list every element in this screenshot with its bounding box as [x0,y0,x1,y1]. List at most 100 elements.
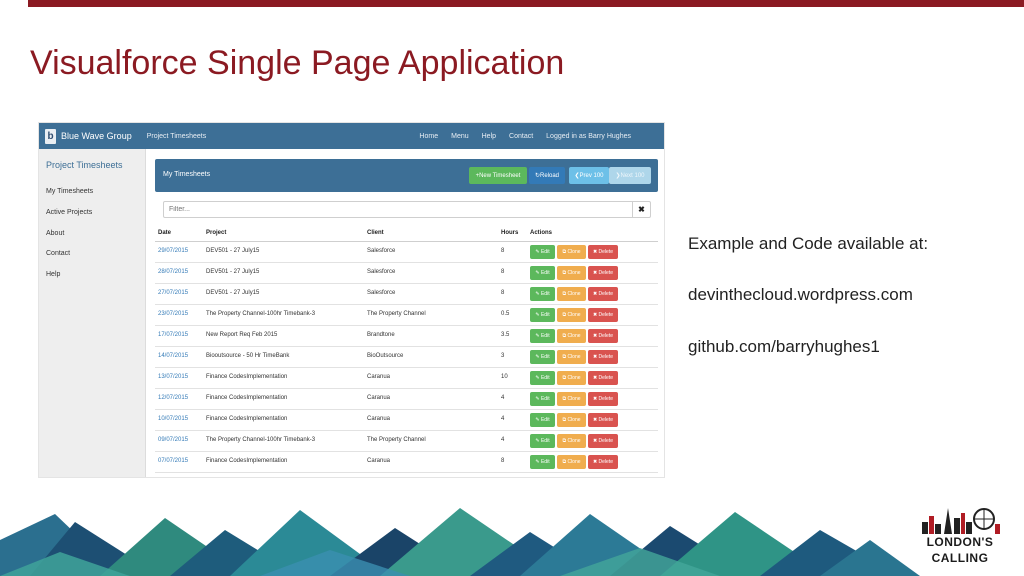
row-actions: ✎ Edit ⧉ Clone ✖ Delete [530,329,618,343]
clone-button[interactable]: ⧉ Clone [557,455,586,469]
delete-button[interactable]: ✖ Delete [588,329,618,343]
filter-input[interactable] [164,202,634,217]
edit-button[interactable]: ✎ Edit [530,413,555,427]
row-date-link[interactable]: 10/07/2015 [158,416,188,422]
delete-button[interactable]: ✖ Delete [588,266,618,280]
edit-button[interactable]: ✎ Edit [530,434,555,448]
top-accent-bar [28,0,1024,7]
clone-button[interactable]: ⧉ Clone [557,350,586,364]
row-date-link[interactable]: 09/07/2015 [158,437,188,443]
slide: Visualforce Single Page Application b Bl… [0,0,1024,576]
sidebar-item-about[interactable]: About [46,230,64,237]
row-actions: ✎ Edit ⧉ Clone ✖ Delete [530,266,618,280]
clone-button[interactable]: ⧉ Clone [557,392,586,406]
edit-button[interactable]: ✎ Edit [530,287,555,301]
row-client: Caranua [367,374,391,380]
header-hours[interactable]: Hours [501,230,518,236]
delete-button[interactable]: ✖ Delete [588,455,618,469]
row-date-link[interactable]: 13/07/2015 [158,374,188,380]
edit-button[interactable]: ✎ Edit [530,392,555,406]
london-skyline-icon [922,508,1000,534]
sidebar: Project Timesheets My Timesheets Active … [39,149,146,477]
row-date-link[interactable]: 17/07/2015 [158,332,188,338]
prev-100-button[interactable]: ❮Prev 100 [569,167,609,184]
nav-project-timesheets[interactable]: Project Timesheets [147,133,207,140]
row-date-link[interactable]: 07/07/2015 [158,458,188,464]
clone-button[interactable]: ⧉ Clone [557,434,586,448]
row-project: New Report Req Feb 2015 [206,332,278,338]
delete-button[interactable]: ✖ Delete [588,371,618,385]
nav-contact[interactable]: Contact [509,133,533,140]
edit-button[interactable]: ✎ Edit [530,455,555,469]
row-actions: ✎ Edit ⧉ Clone ✖ Delete [530,350,618,364]
sidebar-item-help[interactable]: Help [46,271,60,278]
row-date-link[interactable]: 28/07/2015 [158,269,188,275]
row-hours: 8 [501,290,505,296]
delete-button[interactable]: ✖ Delete [588,392,618,406]
row-actions: ✎ Edit ⧉ Clone ✖ Delete [530,392,618,406]
row-hours: 3 [501,353,505,359]
header-date[interactable]: Date [158,230,171,236]
sidebar-item-active-projects[interactable]: Active Projects [46,209,92,216]
delete-button[interactable]: ✖ Delete [588,245,618,259]
header-actions: Actions [530,230,553,236]
row-date-link[interactable]: 12/07/2015 [158,395,188,401]
logo-line-1: LONDON'S [926,535,994,549]
clear-filter-icon[interactable]: ✖ [632,202,650,217]
delete-button[interactable]: ✖ Delete [588,434,618,448]
table-row: 14/07/2015 Biooutsource - 50 Hr TimeBank B… [155,347,658,368]
row-hours: 8 [501,458,505,464]
table-header: Date Project Client Hours Actions [155,227,658,242]
clone-button[interactable]: ⧉ Clone [557,287,586,301]
edit-button[interactable]: ✎ Edit [530,266,555,280]
row-actions: ✎ Edit ⧉ Clone ✖ Delete [530,245,618,259]
row-hours: 4 [501,437,505,443]
row-actions: ✎ Edit ⧉ Clone ✖ Delete [530,413,618,427]
reload-button[interactable]: ↻Reload [529,167,565,184]
row-client: Salesforce [367,290,396,296]
clone-button[interactable]: ⧉ Clone [557,371,586,385]
nav-home[interactable]: Home [419,133,438,140]
clone-button[interactable]: ⧉ Clone [557,308,586,322]
info-line-2: devinthecloud.wordpress.com [688,285,913,304]
filter-box: ✖ [163,201,651,218]
row-project: The Property Channel-100hr Timebank-3 [206,311,316,317]
next-100-button[interactable]: ❯Next 100 [609,167,651,184]
navbar: b Blue Wave Group Project Timesheets Hom… [39,123,664,149]
clone-button[interactable]: ⧉ Clone [557,266,586,280]
edit-button[interactable]: ✎ Edit [530,308,555,322]
row-hours: 8 [501,248,505,254]
londons-calling-logo: LONDON'S CALLING [918,504,1002,570]
delete-button[interactable]: ✖ Delete [588,287,618,301]
table-row: 12/07/2015 Finance CodesImplementation Car… [155,389,658,410]
header-project[interactable]: Project [206,230,226,236]
row-actions: ✎ Edit ⧉ Clone ✖ Delete [530,308,618,322]
delete-button[interactable]: ✖ Delete [588,413,618,427]
delete-button[interactable]: ✖ Delete [588,308,618,322]
clone-button[interactable]: ⧉ Clone [557,245,586,259]
sidebar-title[interactable]: Project Timesheets [46,160,123,170]
nav-menu[interactable]: Menu [451,133,469,140]
edit-button[interactable]: ✎ Edit [530,329,555,343]
new-timesheet-button[interactable]: +New Timesheet [469,167,527,184]
edit-button[interactable]: ✎ Edit [530,245,555,259]
brand[interactable]: b Blue Wave Group [45,128,132,144]
row-date-link[interactable]: 23/07/2015 [158,311,188,317]
header-client[interactable]: Client [367,230,384,236]
delete-button[interactable]: ✖ Delete [588,350,618,364]
sidebar-item-contact[interactable]: Contact [46,250,70,257]
nav-help[interactable]: Help [482,133,496,140]
clone-button[interactable]: ⧉ Clone [557,329,586,343]
edit-button[interactable]: ✎ Edit [530,371,555,385]
row-date-link[interactable]: 29/07/2015 [158,248,188,254]
row-client: BioOutsource [367,353,404,359]
row-project: DEV501 - 27 July15 [206,248,260,254]
nav-logged-in-user[interactable]: Logged in as Barry Hughes [546,133,631,140]
clone-button[interactable]: ⧉ Clone [557,413,586,427]
edit-button[interactable]: ✎ Edit [530,350,555,364]
table-row: 10/07/2015 Finance CodesImplementation Car… [155,410,658,431]
sidebar-item-my-timesheets[interactable]: My Timesheets [46,188,93,195]
row-date-link[interactable]: 27/07/2015 [158,290,188,296]
table-row: 27/07/2015 DEV501 - 27 July15 Salesforce 8 ✎… [155,284,658,305]
row-date-link[interactable]: 14/07/2015 [158,353,188,359]
